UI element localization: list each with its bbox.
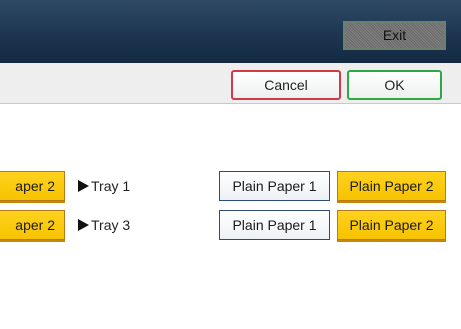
tray-3-label: Tray 3: [78, 216, 130, 234]
tray-1-plain-paper-1-button[interactable]: Plain Paper 1: [219, 171, 330, 201]
exit-button[interactable]: Exit: [343, 21, 446, 50]
tray-3-plain-paper-2-button[interactable]: Plain Paper 2: [337, 210, 446, 240]
row1-left-paper-button[interactable]: aper 2: [0, 171, 65, 201]
triangle-right-icon: [78, 180, 89, 192]
top-bar: Exit: [0, 0, 461, 63]
tray-name: Tray 1: [91, 178, 131, 194]
tray-1-plain-paper-2-button[interactable]: Plain Paper 2: [337, 171, 446, 201]
cancel-button[interactable]: Cancel: [231, 70, 341, 100]
triangle-right-icon: [78, 219, 89, 231]
ok-button[interactable]: OK: [347, 70, 442, 100]
tray-name: Tray 3: [91, 217, 131, 233]
row2-left-paper-button[interactable]: aper 2: [0, 210, 65, 240]
tray-3-plain-paper-1-button[interactable]: Plain Paper 1: [219, 210, 330, 240]
tray-1-label: Tray 1: [78, 177, 130, 195]
